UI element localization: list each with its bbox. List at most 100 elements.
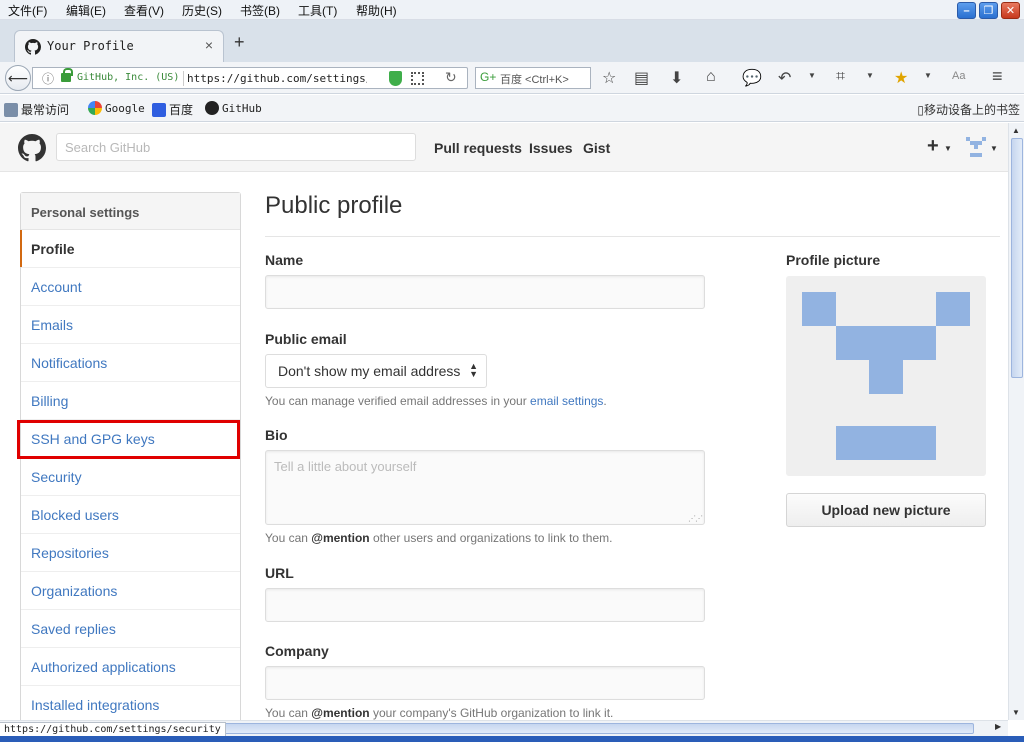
qr-code-icon[interactable] xyxy=(411,72,424,85)
taskbar-strip xyxy=(0,736,1024,742)
email-settings-link[interactable]: email settings xyxy=(530,394,603,408)
github-logo-icon[interactable] xyxy=(18,134,46,165)
menu-history[interactable]: 历史(S) xyxy=(182,2,222,19)
company-field[interactable] xyxy=(265,666,705,700)
upload-new-picture-button[interactable]: Upload new picture xyxy=(786,493,986,527)
mobile-bookmarks-label: 移动设备上的书签 xyxy=(923,103,1020,117)
font-icon[interactable]: Aa xyxy=(952,70,965,82)
sidebar-item-blocked-users[interactable]: Blocked users xyxy=(21,496,240,534)
new-tab-icon[interactable]: + xyxy=(234,32,245,53)
site-identity[interactable]: GitHub, Inc. (US) xyxy=(77,72,179,83)
create-new-icon[interactable]: + xyxy=(927,135,939,158)
shield-icon[interactable] xyxy=(389,71,402,86)
back-button[interactable]: ⟵ xyxy=(5,65,31,91)
reading-list-icon[interactable]: ▤ xyxy=(634,68,649,88)
sidebar-item-emails[interactable]: Emails xyxy=(21,306,240,344)
close-tab-icon[interactable]: × xyxy=(205,37,213,53)
bookmark-label: 最常访问 xyxy=(21,103,70,117)
menu-view[interactable]: 查看(V) xyxy=(124,2,164,19)
scroll-up-icon[interactable]: ▲ xyxy=(1012,126,1020,135)
name-field[interactable] xyxy=(265,275,705,309)
download-icon[interactable]: ⬇ xyxy=(670,68,683,88)
restore-button[interactable]: ❐ xyxy=(979,2,998,19)
sidebar-item-organizations[interactable]: Organizations xyxy=(21,572,240,610)
menu-file[interactable]: 文件(F) xyxy=(8,2,47,19)
status-bar: https://github.com/settings/security xyxy=(0,722,226,737)
profile-picture-section: Profile picture Upload new picture xyxy=(786,252,986,527)
sidebar-item-notifications[interactable]: Notifications xyxy=(21,344,240,382)
sidebar-item-profile[interactable]: Profile xyxy=(20,230,240,268)
create-new-dropdown-icon[interactable]: ▼ xyxy=(944,144,952,153)
nav-pull-requests[interactable]: Pull requests xyxy=(434,140,522,156)
identicon-block xyxy=(936,292,970,326)
profile-picture-label: Profile picture xyxy=(786,252,881,268)
menu-help[interactable]: 帮助(H) xyxy=(356,2,397,19)
public-email-selected-value: Don't show my email address xyxy=(278,363,461,379)
public-email-select[interactable]: Don't show my email address ▲ ▼ xyxy=(265,354,487,388)
undo-dropdown-icon[interactable]: ▼ xyxy=(808,71,816,80)
mobile-bookmarks[interactable]: ▯移动设备上的书签 xyxy=(917,101,1020,118)
lock-icon xyxy=(61,68,73,82)
window-controls: – ❐ ✕ xyxy=(957,2,1020,19)
chat-icon[interactable]: 💬 xyxy=(742,68,762,88)
hamburger-menu-icon[interactable]: ≡ xyxy=(992,66,1003,87)
bio-label: Bio xyxy=(265,427,288,443)
star-icon[interactable]: ☆ xyxy=(602,68,616,88)
sidebar-item-billing[interactable]: Billing xyxy=(21,382,240,420)
undo-icon[interactable]: ↶ xyxy=(778,68,791,88)
menu-tools[interactable]: 工具(T) xyxy=(298,2,337,19)
bookmark-label: 百度 xyxy=(169,103,194,117)
sidebar-item-authorized-applications[interactable]: Authorized applications xyxy=(21,648,240,686)
search-bar-placeholder: 百度 <Ctrl+K> xyxy=(500,74,569,86)
github-icon xyxy=(205,101,219,115)
bookmark-most-visited[interactable]: 最常访问 xyxy=(4,101,69,118)
highlight-annotation-box xyxy=(17,420,240,459)
url-field[interactable] xyxy=(265,588,705,622)
info-icon[interactable]: ⓘ xyxy=(42,70,54,87)
home-icon[interactable]: ⌂ xyxy=(706,68,716,86)
identicon-block xyxy=(836,426,936,460)
url-bar[interactable]: ⓘ GitHub, Inc. (US) https://github.com/s… xyxy=(32,67,468,89)
bio-textarea[interactable]: Tell a little about yourself ⋰⋰ xyxy=(265,450,705,525)
search-engine-icon[interactable]: G+ xyxy=(480,70,496,84)
nav-gist[interactable]: Gist xyxy=(583,140,610,156)
close-window-button[interactable]: ✕ xyxy=(1001,2,1020,19)
resize-grip-icon[interactable]: ⋰⋰ xyxy=(688,514,703,523)
user-avatar[interactable] xyxy=(966,137,986,157)
menu-bookmarks[interactable]: 书签(B) xyxy=(240,2,280,19)
github-search-input[interactable]: Search GitHub xyxy=(56,133,416,161)
vertical-scrollbar[interactable]: ▲ ▼ xyxy=(1008,123,1024,720)
sidebar-item-installed-integrations[interactable]: Installed integrations xyxy=(21,686,240,720)
bookmark-label: GitHub xyxy=(222,101,262,115)
minimize-button[interactable]: – xyxy=(957,2,976,19)
crop-icon[interactable]: ⌗ xyxy=(836,68,845,86)
bookmark-github[interactable]: GitHub xyxy=(205,101,262,115)
company-note-mention: @mention xyxy=(311,706,370,720)
bio-note: You can @mention other users and organiz… xyxy=(265,531,705,545)
nav-issues[interactable]: Issues xyxy=(529,140,573,156)
scroll-right-icon[interactable]: ▶ xyxy=(995,722,1001,731)
horizontal-scroll-thumb[interactable] xyxy=(222,723,974,734)
bookmark-baidu[interactable]: 百度 xyxy=(152,101,193,118)
vertical-scroll-thumb[interactable] xyxy=(1011,138,1023,378)
bookmark-google[interactable]: Google xyxy=(88,101,145,115)
user-menu-dropdown-icon[interactable]: ▼ xyxy=(990,144,998,153)
profile-form: Name Public email Don't show my email ad… xyxy=(265,252,705,720)
favorite-star-icon[interactable]: ★ xyxy=(894,68,908,88)
reload-icon[interactable]: ↻ xyxy=(445,69,457,86)
menu-bar: 文件(F) 编辑(E) 查看(V) 历史(S) 书签(B) 工具(T) 帮助(H… xyxy=(0,0,1024,20)
sidebar-item-saved-replies[interactable]: Saved replies xyxy=(21,610,240,648)
sidebar-item-account[interactable]: Account xyxy=(21,268,240,306)
scroll-down-icon[interactable]: ▼ xyxy=(1012,708,1020,717)
favorite-dropdown-icon[interactable]: ▼ xyxy=(924,71,932,80)
tab-your-profile[interactable]: Your Profile × xyxy=(14,30,224,62)
search-bar[interactable]: G+ 百度 <Ctrl+K> xyxy=(475,67,591,89)
sidebar-item-security[interactable]: Security xyxy=(21,458,240,496)
bio-note-mention: @mention xyxy=(311,531,370,545)
menu-edit[interactable]: 编辑(E) xyxy=(66,2,106,19)
sidebar-heading: Personal settings xyxy=(21,193,240,230)
url-text[interactable]: https://github.com/settings/profile xyxy=(187,72,367,85)
crop-dropdown-icon[interactable]: ▼ xyxy=(866,71,874,80)
select-arrows-icon: ▲ ▼ xyxy=(469,361,478,379)
sidebar-item-repositories[interactable]: Repositories xyxy=(21,534,240,572)
